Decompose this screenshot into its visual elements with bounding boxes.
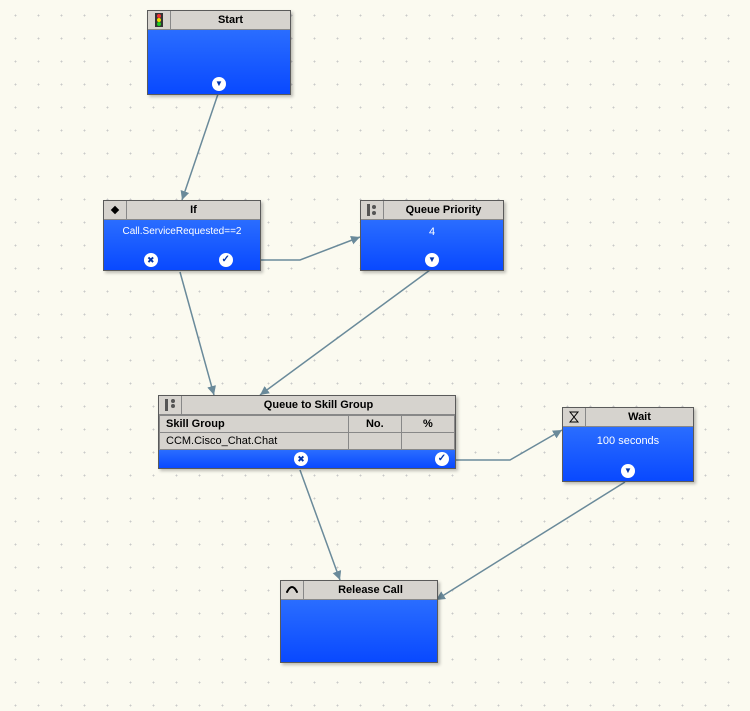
node-body: 100 seconds: [563, 427, 693, 481]
cell-pct: [401, 433, 454, 450]
if-condition: Call.ServiceRequested==2: [104, 220, 260, 241]
out-connector-icon[interactable]: [621, 464, 635, 478]
col-skill-group: Skill Group: [160, 416, 349, 433]
queue-priority-icon: [361, 201, 384, 219]
true-connector-icon[interactable]: [219, 253, 233, 267]
node-header[interactable]: Wait: [563, 408, 693, 427]
priority-value: 4: [361, 220, 503, 242]
phone-icon: [281, 581, 304, 599]
cell-no: [348, 433, 401, 450]
node-title: Wait: [586, 411, 693, 423]
node-queue-priority[interactable]: Queue Priority 4: [360, 200, 504, 271]
false-connector-icon[interactable]: [294, 452, 308, 466]
node-title: If: [127, 204, 260, 216]
node-header[interactable]: Start: [148, 11, 290, 30]
node-title: Queue Priority: [384, 204, 503, 216]
node-title: Start: [171, 14, 290, 26]
table-row[interactable]: CCM.Cisco_Chat.Chat: [160, 433, 455, 450]
node-if[interactable]: If Call.ServiceRequested==2: [103, 200, 261, 271]
node-wait[interactable]: Wait 100 seconds: [562, 407, 694, 482]
node-title: Release Call: [304, 584, 437, 596]
node-header[interactable]: Queue to Skill Group: [159, 396, 455, 415]
node-header[interactable]: Release Call: [281, 581, 437, 600]
node-body: [148, 30, 290, 94]
diamond-icon: [104, 201, 127, 219]
true-connector-icon[interactable]: [435, 452, 449, 466]
col-no: No.: [348, 416, 401, 433]
node-title: Queue to Skill Group: [182, 399, 455, 411]
table-header-row: Skill Group No. %: [160, 416, 455, 433]
skill-group-table: Skill Group No. % CCM.Cisco_Chat.Chat: [159, 415, 455, 450]
node-start[interactable]: Start: [147, 10, 291, 95]
false-connector-icon[interactable]: [144, 253, 158, 267]
node-header[interactable]: If: [104, 201, 260, 220]
node-footer: [159, 450, 455, 468]
node-body: [281, 600, 437, 662]
node-header[interactable]: Queue Priority: [361, 201, 503, 220]
script-canvas[interactable]: Start If Call.ServiceRequested==2: [0, 0, 750, 711]
node-queue-to-skill-group[interactable]: Queue to Skill Group Skill Group No. % C…: [158, 395, 456, 469]
hourglass-icon: [563, 408, 586, 426]
out-connector-icon[interactable]: [212, 77, 226, 91]
out-connector-icon[interactable]: [425, 253, 439, 267]
node-body: 4: [361, 220, 503, 270]
node-body: Call.ServiceRequested==2: [104, 220, 260, 270]
cell-skill-group: CCM.Cisco_Chat.Chat: [160, 433, 349, 450]
col-pct: %: [401, 416, 454, 433]
traffic-light-icon: [148, 11, 171, 29]
node-release-call[interactable]: Release Call: [280, 580, 438, 663]
wait-value: 100 seconds: [563, 427, 693, 451]
queue-icon: [159, 396, 182, 414]
